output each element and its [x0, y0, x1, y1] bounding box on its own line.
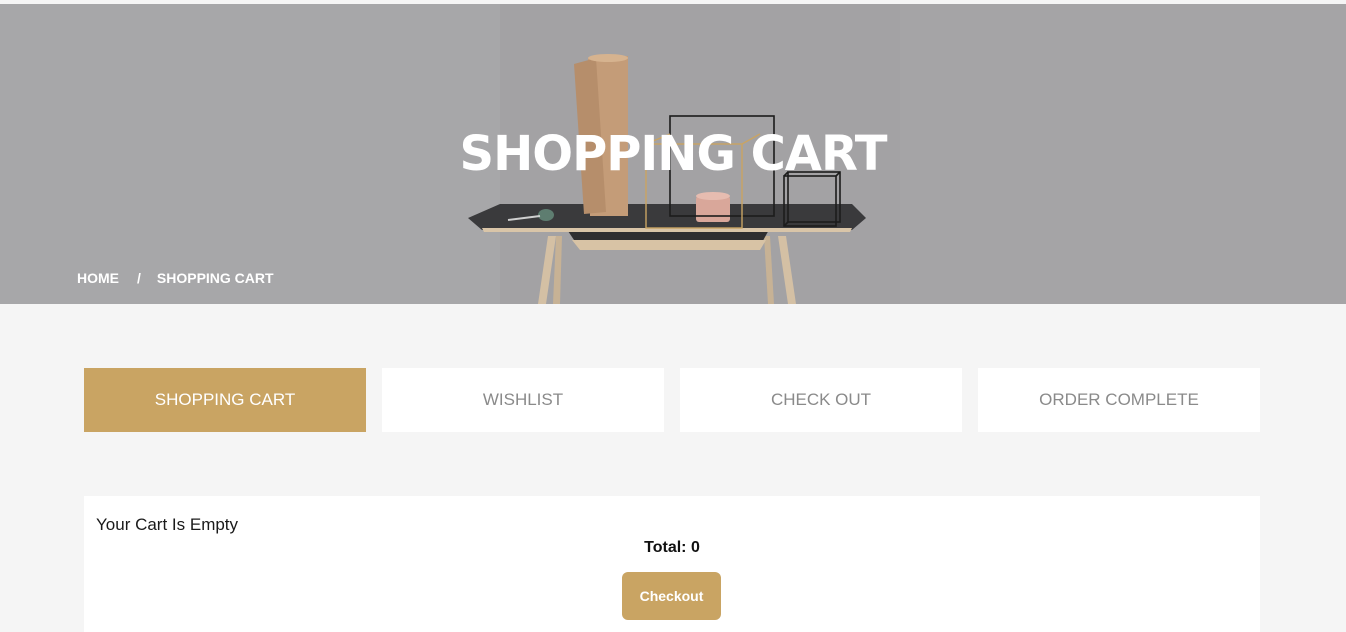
breadcrumb: HOME / SHOPPING CART: [77, 270, 274, 286]
tab-order-complete[interactable]: ORDER COMPLETE: [978, 368, 1260, 432]
checkout-step-tabs: SHOPPING CART WISHLIST CHECK OUT ORDER C…: [84, 368, 1260, 432]
breadcrumb-home-link[interactable]: HOME: [77, 270, 119, 286]
checkout-button[interactable]: Checkout: [622, 572, 721, 620]
tab-check-out[interactable]: CHECK OUT: [680, 368, 962, 432]
page-title: SHOPPING CART: [459, 126, 888, 182]
tab-wishlist[interactable]: WISHLIST: [382, 368, 664, 432]
breadcrumb-separator: /: [137, 270, 141, 286]
page: SHOPPING CART HOME / SHOPPING CART SHOPP…: [0, 0, 1346, 632]
hero-banner: SHOPPING CART HOME / SHOPPING CART: [0, 4, 1346, 304]
cart-empty-message: Your Cart Is Empty: [96, 515, 239, 534]
breadcrumb-current: SHOPPING CART: [156, 270, 274, 286]
cart-panel: Your Cart Is Empty Total: 0 Checkout: [84, 496, 1260, 632]
tab-shopping-cart[interactable]: SHOPPING CART: [84, 368, 366, 432]
cart-total: Total: 0: [644, 539, 700, 556]
